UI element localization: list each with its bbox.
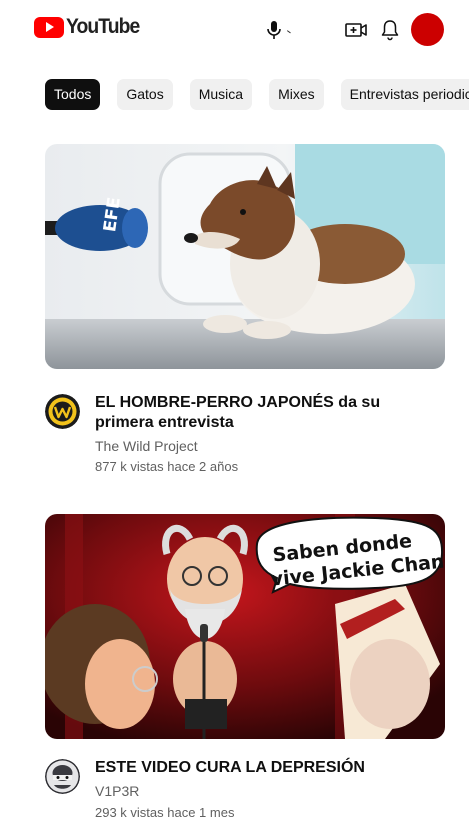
play-logo-icon	[34, 16, 64, 38]
microphone-icon[interactable]	[262, 18, 286, 42]
video-thumbnail[interactable]: Saben donde vive Jackie Chan?	[45, 514, 445, 739]
chip-gatos[interactable]: Gatos	[117, 79, 173, 110]
video-stats: 293 k vistas hace 1 mes	[95, 805, 235, 820]
wild-project-logo-icon	[45, 394, 80, 429]
video-thumbnail[interactable]: EFE	[45, 144, 445, 369]
video-card: EFE EL HOMBRE-PERRO JAPONÉS da su primer…	[45, 144, 445, 474]
chip-entrevistas-periodicas[interactable]: Entrevistas periodicas	[340, 79, 469, 110]
channel-avatar-the-wild-project[interactable]	[45, 394, 80, 429]
notifications-bell-icon[interactable]	[378, 18, 402, 42]
video-stats: 877 k vistas hace 2 años	[95, 459, 239, 474]
video-card: Saben donde vive Jackie Chan? ESTE VIDEO…	[45, 514, 445, 820]
video-title[interactable]: ESTE VIDEO CURA LA DEPRESIÓN	[95, 758, 440, 778]
channel-avatar-v1p3r[interactable]	[45, 759, 80, 794]
voice-indicator-icon	[285, 30, 291, 36]
top-bar: YouTube	[0, 0, 469, 60]
filter-chips-bar: Todos Gatos Musica Mixes Entrevistas periodi…	[45, 79, 469, 110]
chip-todos[interactable]: Todos	[45, 79, 101, 110]
user-avatar[interactable]	[411, 13, 444, 46]
logo-text: YouTube	[66, 15, 140, 38]
chip-mixes[interactable]: Mixes	[269, 79, 324, 110]
chip-musica[interactable]: Musica	[189, 79, 253, 110]
video-title[interactable]: EL HOMBRE-PERRO JAPONÉS da su primera en…	[95, 393, 440, 433]
channel-name[interactable]: V1P3R	[95, 783, 139, 799]
youtube-logo[interactable]: YouTube	[34, 14, 146, 40]
v1p3r-avatar-icon	[45, 759, 80, 794]
create-video-icon[interactable]	[344, 18, 368, 42]
collie-dog-thumbnail-image: EFE	[45, 144, 445, 369]
channel-name[interactable]: The Wild Project	[95, 438, 198, 454]
cartoon-old-man-thumbnail-image: Saben donde vive Jackie Chan?	[45, 514, 445, 739]
